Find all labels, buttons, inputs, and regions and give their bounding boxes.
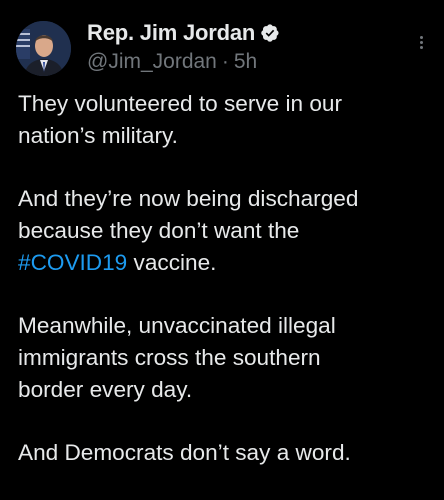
hashtag-link[interactable]: #COVID19 <box>18 250 127 275</box>
tweet-line: border every day. <box>18 377 193 402</box>
tweet-timestamp[interactable]: 5h <box>234 50 257 74</box>
tweet-line-hashtag: #COVID19 vaccine. <box>18 247 438 279</box>
tweet-line: Meanwhile, unvaccinated illegal <box>18 313 336 338</box>
tweet-line: nation’s military. <box>18 123 178 148</box>
tweet[interactable]: Rep. Jim Jordan @Jim_Jordan · 5h They vo… <box>0 0 444 500</box>
author-handle[interactable]: @Jim_Jordan <box>87 50 217 74</box>
tweet-line: because they don’t want the <box>18 218 300 243</box>
tweet-text: They volunteered to serve in our nation’… <box>18 88 438 469</box>
tweet-line: And they’re now being discharged <box>18 186 359 211</box>
author-name-row[interactable]: Rep. Jim Jordan <box>87 18 280 48</box>
tweet-line: They volunteered to serve in our <box>18 91 343 116</box>
more-vertical-icon[interactable] <box>414 30 430 54</box>
verified-badge-icon <box>260 23 280 43</box>
hashtag-suffix: vaccine. <box>127 250 217 275</box>
avatar[interactable] <box>16 21 71 76</box>
tweet-line: immigrants cross the southern <box>18 345 321 370</box>
author-name[interactable]: Rep. Jim Jordan <box>87 20 255 46</box>
tweet-line: And Democrats don’t say a word. <box>18 440 351 465</box>
handle-row: @Jim_Jordan · 5h <box>87 48 257 76</box>
handle-separator: · <box>221 50 229 73</box>
